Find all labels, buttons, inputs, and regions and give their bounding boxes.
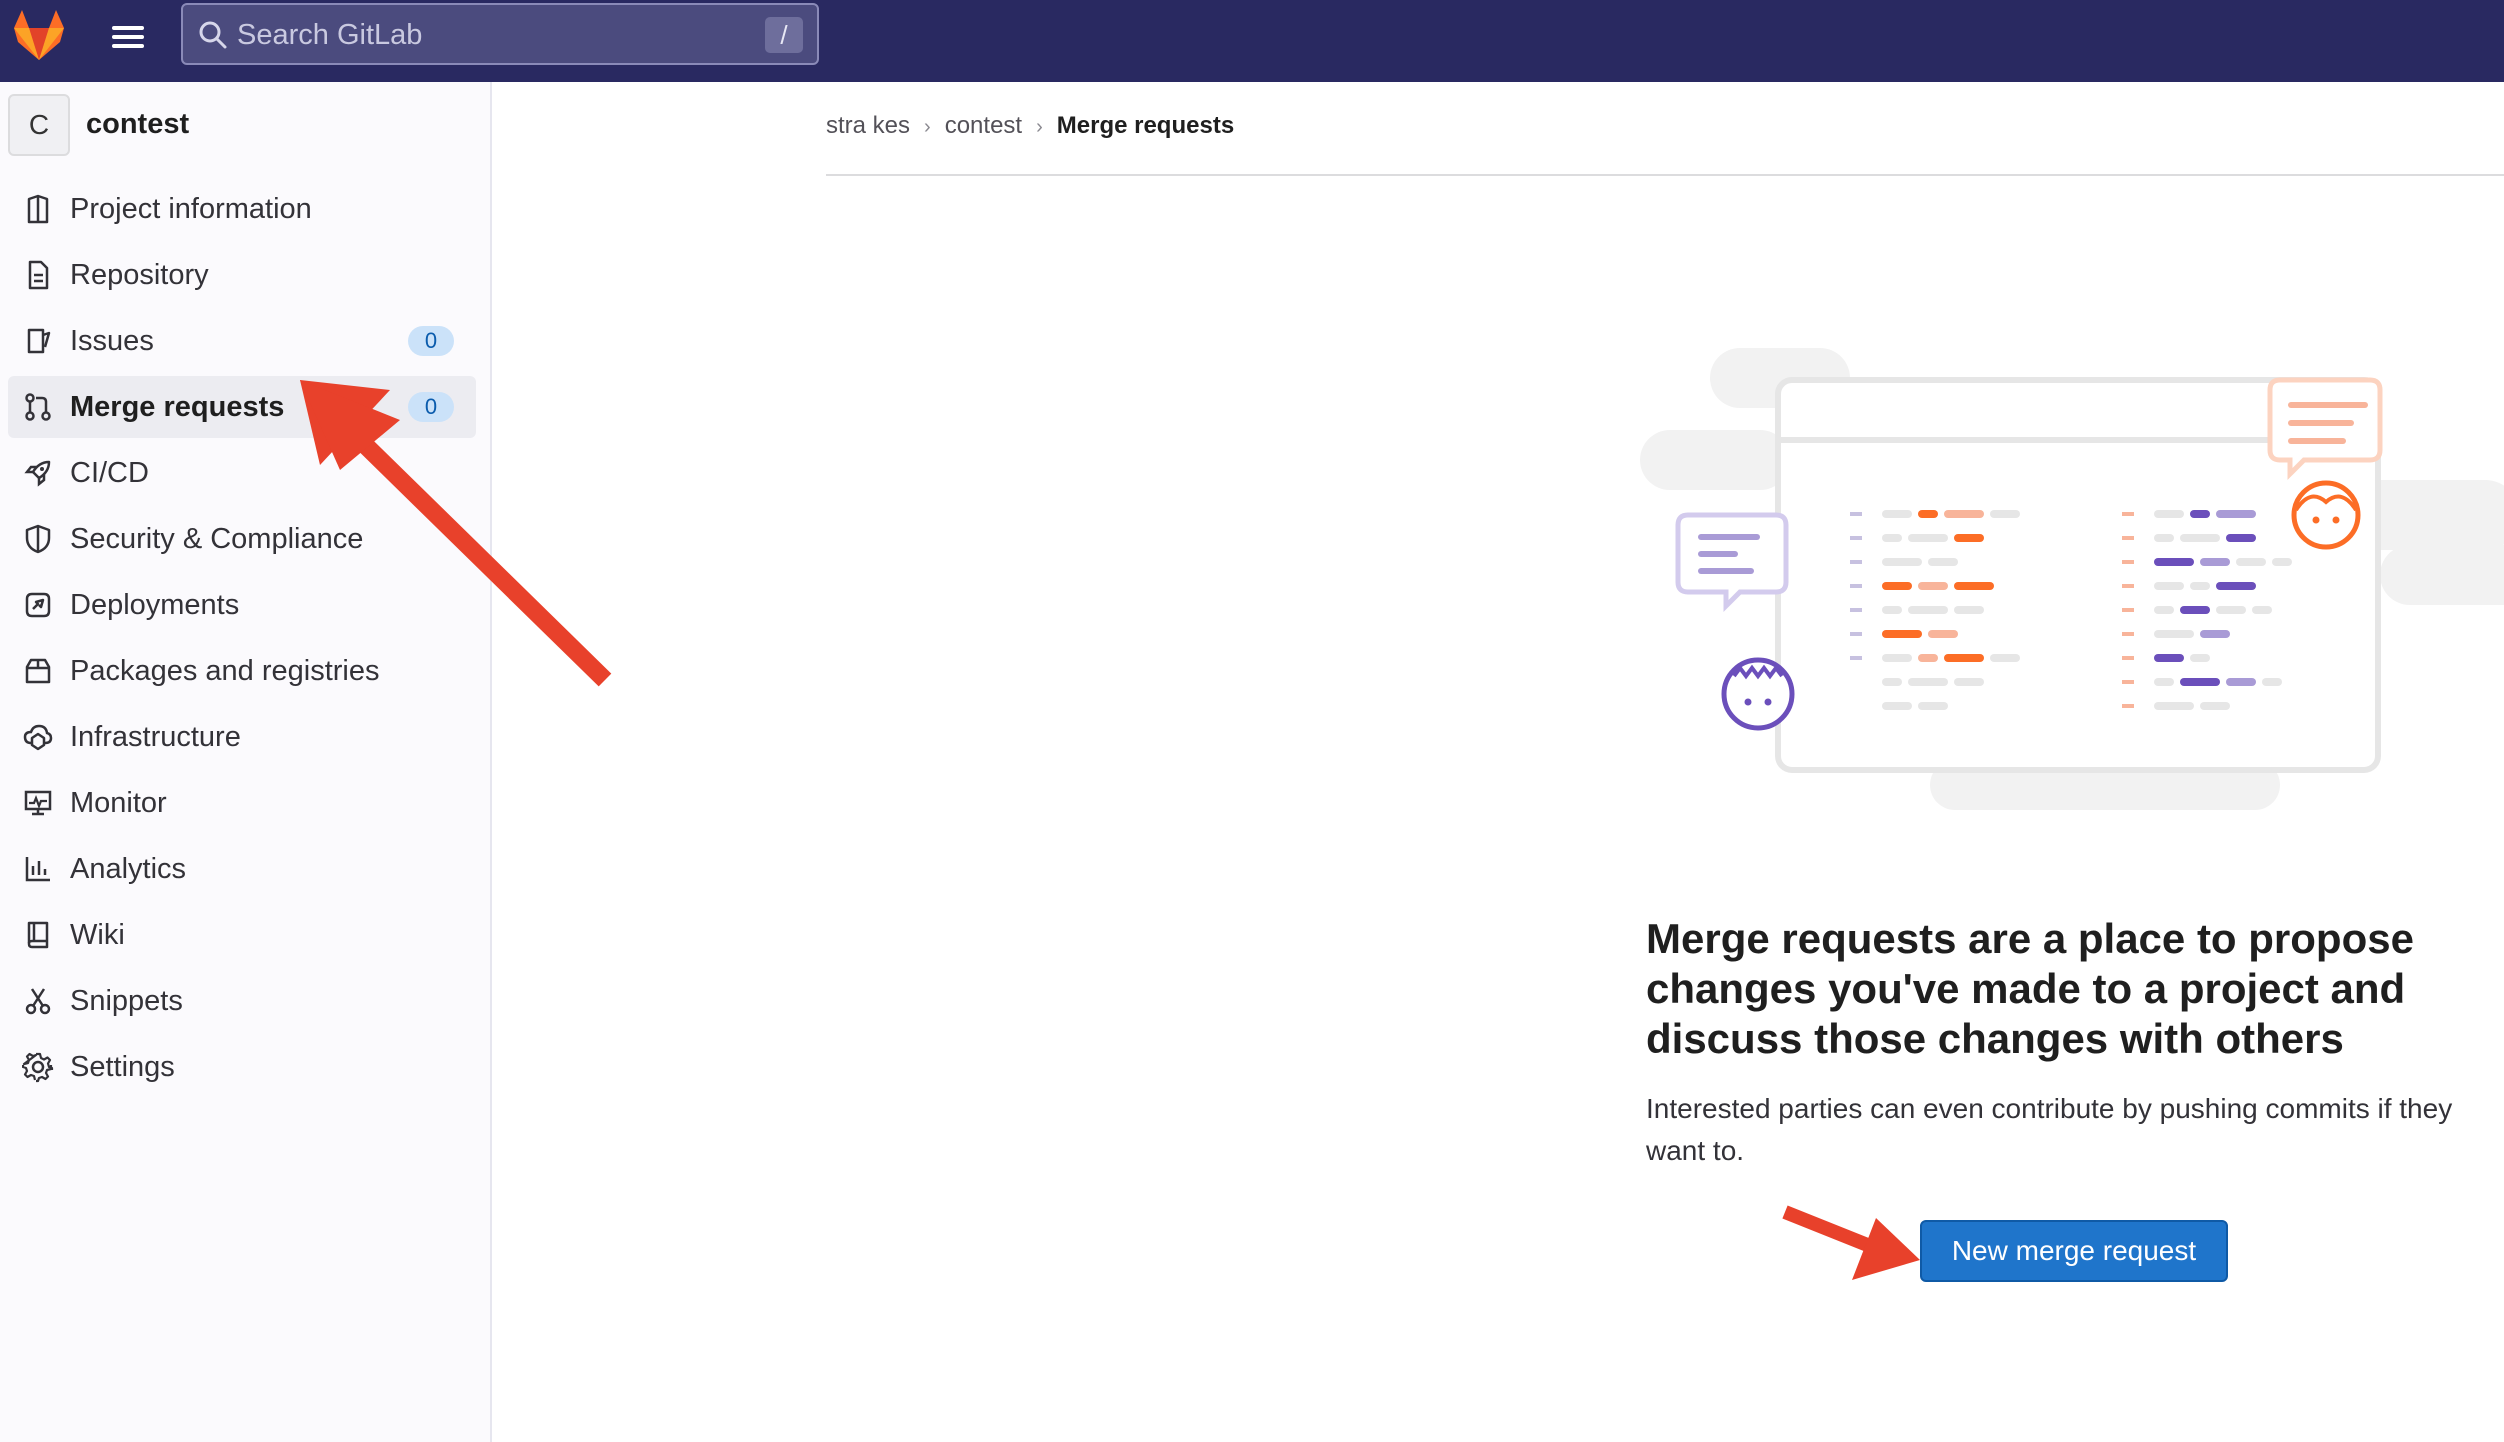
sidebar-item-analytics[interactable]: Analytics [8, 838, 476, 900]
sidebar-item-label: Repository [70, 259, 209, 291]
top-navigation-bar: Search GitLab / [0, 0, 2504, 82]
sidebar-item-label: Project information [70, 193, 312, 225]
rocket-icon [24, 460, 51, 487]
sidebar-item-ci-cd[interactable]: CI/CD [8, 442, 476, 504]
merge-requests-count-badge: 0 [408, 392, 454, 422]
sidebar-item-packages-registries[interactable]: Packages and registries [8, 640, 476, 702]
sidebar-item-deployments[interactable]: Deployments [8, 574, 476, 636]
sidebar-item-label: Merge requests [70, 391, 285, 423]
search-shortcut-key: / [765, 17, 803, 53]
issues-count-badge: 0 [408, 326, 454, 356]
book-icon [27, 921, 49, 949]
chevron-right-icon: › [1036, 116, 1043, 138]
menu-hamburger-icon[interactable] [108, 20, 148, 54]
project-avatar: C [8, 94, 70, 156]
sidebar-item-merge-requests[interactable]: Merge requests 0 [8, 376, 476, 438]
merge-requests-empty-illustration [1640, 348, 2504, 810]
breadcrumb-item-project[interactable]: contest [945, 112, 1022, 139]
chevron-right-icon: › [924, 116, 931, 138]
sidebar-item-label: CI/CD [70, 457, 149, 489]
sidebar-item-label: Snippets [70, 985, 183, 1017]
gitlab-logo-icon[interactable] [10, 6, 68, 64]
sidebar-item-infrastructure[interactable]: Infrastructure [8, 706, 476, 768]
sidebar-item-label: Issues [70, 325, 154, 357]
deployments-icon [25, 592, 51, 618]
project-name: contest [86, 108, 190, 140]
infrastructure-icon [23, 724, 53, 751]
sidebar-item-label: Settings [70, 1051, 175, 1083]
sidebar-item-wiki[interactable]: Wiki [8, 904, 476, 966]
sidebar-item-settings[interactable]: Settings [8, 1036, 476, 1098]
sidebar-item-monitor[interactable]: Monitor [8, 772, 476, 834]
sidebar-item-label: Infrastructure [70, 721, 241, 753]
breadcrumb-item-current: Merge requests [1056, 112, 1235, 139]
monitor-icon [24, 790, 52, 816]
issues-icon [27, 328, 51, 354]
sidebar: C contest Project information Repository… [0, 82, 492, 1442]
search-placeholder: Search GitLab [237, 19, 423, 51]
search-input[interactable]: Search GitLab / [181, 3, 819, 65]
sidebar-item-security-compliance[interactable]: Security & Compliance [8, 508, 476, 570]
package-icon [25, 658, 51, 684]
sidebar-item-label: Analytics [70, 853, 187, 885]
project-information-icon [27, 194, 49, 224]
breadcrumb-divider [826, 174, 2504, 176]
search-icon [199, 21, 227, 49]
shield-icon [25, 524, 51, 554]
new-merge-request-button[interactable]: New merge request [1920, 1220, 2228, 1282]
sidebar-item-project-information[interactable]: Project information [8, 178, 476, 240]
gear-icon [22, 1052, 54, 1083]
scissors-icon [25, 988, 51, 1015]
analytics-icon [25, 857, 50, 882]
merge-request-icon [25, 393, 51, 421]
sidebar-item-label: Security & Compliance [70, 523, 364, 555]
sidebar-item-label: Monitor [70, 787, 167, 819]
sidebar-item-label: Wiki [70, 919, 125, 951]
sidebar-item-issues[interactable]: Issues 0 [8, 310, 476, 372]
sidebar-item-label: Deployments [70, 589, 240, 621]
breadcrumb-item-namespace[interactable]: stra kes [826, 112, 910, 139]
breadcrumb: stra kes › contest › Merge requests [826, 112, 1234, 148]
repository-icon [28, 260, 49, 290]
empty-state-title: Merge requests are a place to propose ch… [1646, 915, 2414, 1062]
sidebar-item-label: Packages and registries [70, 655, 380, 687]
sidebar-item-repository[interactable]: Repository [8, 244, 476, 306]
project-header[interactable]: C contest [8, 94, 484, 160]
annotation-arrow-button [1782, 1205, 1920, 1280]
sidebar-nav: Project information Repository Issues 0 … [8, 178, 476, 1102]
sidebar-item-snippets[interactable]: Snippets [8, 970, 476, 1032]
empty-state-description: Interested parties can even contribute b… [1646, 1093, 2453, 1166]
